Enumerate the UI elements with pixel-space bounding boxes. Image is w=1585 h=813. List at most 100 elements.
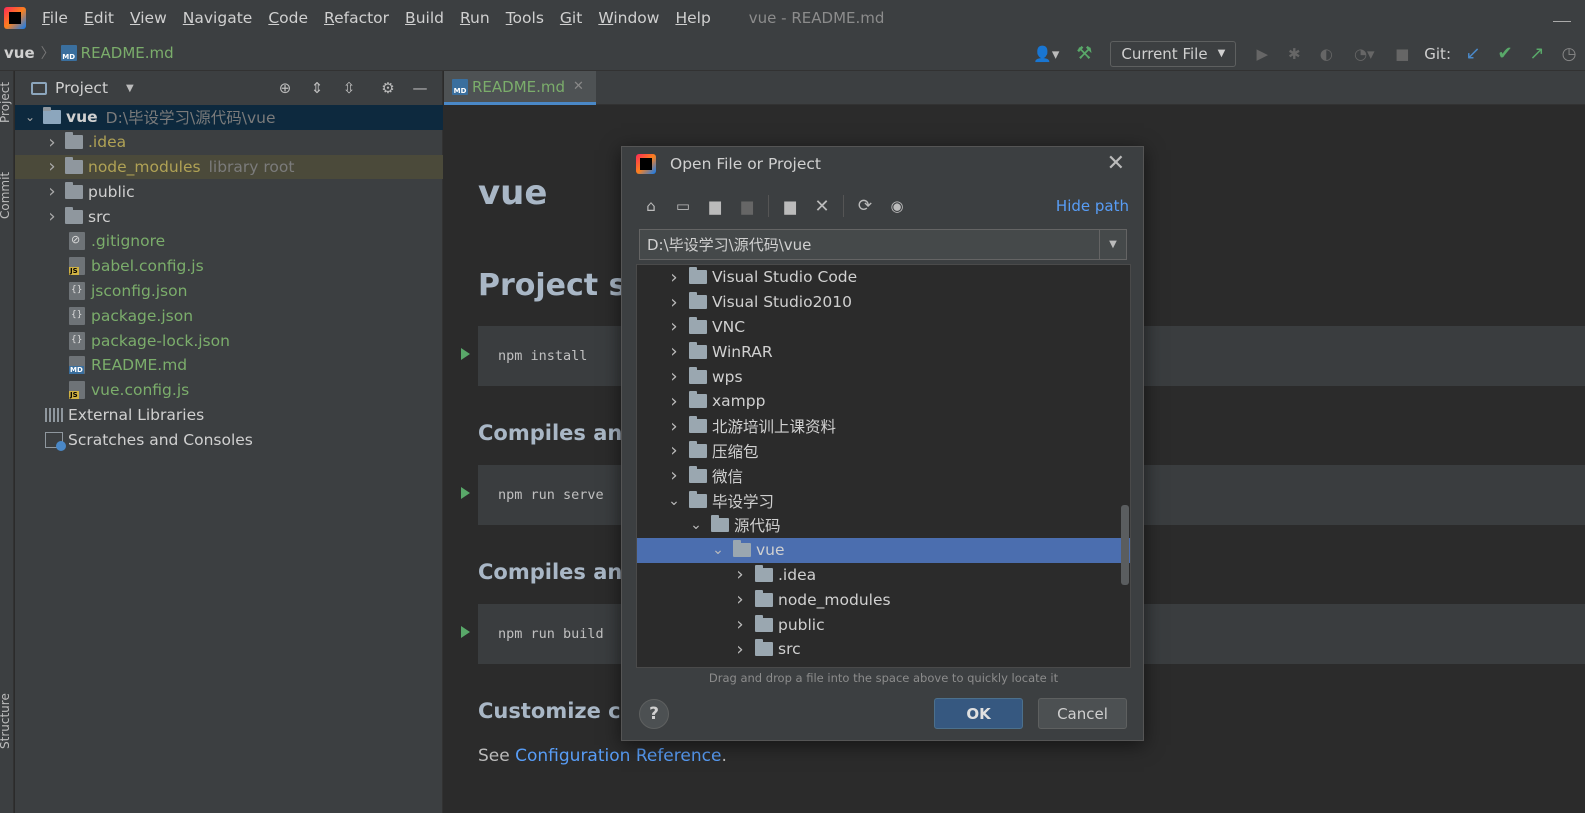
file-chooser-row[interactable]: › WinRAR	[637, 339, 1130, 364]
ok-button[interactable]: OK	[934, 698, 1023, 729]
chevron-right-icon[interactable]: ›	[667, 366, 681, 387]
profile-icon[interactable]: ◔▾	[1347, 43, 1381, 65]
chevron-right-icon[interactable]: ›	[667, 440, 681, 461]
tree-root-vue[interactable]: ⌄ vue D:\毕设学习\源代码\vue	[15, 105, 443, 130]
menu-item[interactable]: Refactor	[322, 9, 391, 27]
close-icon[interactable]: ✕	[1107, 151, 1125, 176]
menu-item[interactable]: Edit	[82, 9, 116, 27]
menu-item[interactable]: Code	[266, 9, 310, 27]
file-chooser-row[interactable]: › node_modules	[637, 587, 1130, 612]
file-chooser-row[interactable]: ⌄ 源代码	[637, 513, 1130, 538]
file-chooser-row[interactable]: › xampp	[637, 389, 1130, 414]
chevron-right-icon[interactable]: ›	[733, 564, 747, 585]
chevron-right-icon[interactable]: ›	[667, 292, 681, 313]
run-config-select[interactable]: Current File ▼	[1110, 40, 1237, 67]
run-icon[interactable]	[461, 348, 470, 360]
file-chooser-row[interactable]: › Visual Studio Code	[637, 265, 1130, 290]
file-chooser-row[interactable]: › 北游培训上课资料	[637, 414, 1130, 439]
tree-item[interactable]: › .idea	[15, 130, 443, 155]
file-chooser-row[interactable]: › 微信	[637, 463, 1130, 488]
tab-readme[interactable]: MD README.md ✕	[444, 71, 596, 105]
project-tool-tab[interactable]: Project	[0, 82, 12, 123]
breadcrumb-root[interactable]: vue	[4, 44, 35, 62]
menu-item[interactable]: Navigate	[181, 9, 255, 27]
tree-scrollbar[interactable]	[1121, 505, 1129, 585]
file-chooser-row[interactable]: › VNC	[637, 315, 1130, 340]
menu-item[interactable]: Tools	[504, 9, 546, 27]
chevron-right-icon[interactable]: ›	[45, 156, 59, 177]
chevron-right-icon[interactable]: ›	[667, 316, 681, 337]
locate-icon[interactable]: ⊕	[274, 77, 296, 99]
tree-item[interactable]: › node_modules library root	[15, 154, 443, 180]
file-chooser-row[interactable]: ⌄ 毕设学习	[637, 488, 1130, 513]
close-icon[interactable]: ✕	[573, 79, 584, 94]
chevron-right-icon[interactable]: ›	[667, 465, 681, 486]
refresh-icon[interactable]: ⟳	[854, 195, 876, 217]
gear-icon[interactable]: ⚙	[377, 77, 399, 99]
run-icon[interactable]	[461, 626, 470, 638]
hide-path-link[interactable]: Hide path	[1056, 197, 1129, 215]
delete-icon[interactable]: ✕	[811, 195, 833, 217]
help-button[interactable]: ?	[639, 699, 669, 729]
tree-item[interactable]: › src	[15, 204, 443, 229]
commit-tool-tab[interactable]: Commit	[0, 172, 12, 219]
chevron-right-icon[interactable]: ›	[45, 206, 59, 227]
chevron-right-icon[interactable]: ›	[45, 132, 59, 153]
configuration-reference-link[interactable]: Configuration Reference	[515, 746, 721, 766]
menu-item[interactable]: Build	[403, 9, 446, 27]
tree-item[interactable]: .gitignore	[15, 229, 443, 254]
project-folder-icon[interactable]: ▆	[704, 195, 726, 217]
run-icon[interactable]: ▶	[1251, 43, 1273, 65]
file-chooser-row[interactable]: › src	[637, 637, 1130, 662]
file-chooser-row[interactable]: ⌄ vue	[637, 537, 1130, 563]
chevron-right-icon[interactable]: ›	[733, 614, 747, 635]
chevron-down-icon[interactable]: ⌄	[23, 110, 37, 124]
run-icon[interactable]	[461, 487, 470, 499]
chevron-down-icon[interactable]: ⌄	[711, 542, 725, 558]
structure-tool-tab[interactable]: Structure	[0, 693, 12, 749]
chevron-right-icon[interactable]: ›	[45, 181, 59, 202]
tree-item[interactable]: babel.config.js	[15, 254, 443, 279]
file-chooser-row[interactable]: › 压缩包	[637, 439, 1130, 464]
project-panel-title[interactable]: Project	[55, 79, 108, 97]
collapse-all-icon[interactable]: ⇳	[338, 77, 360, 99]
chevron-right-icon[interactable]: ›	[733, 589, 747, 610]
file-chooser-tree[interactable]: › Visual Studio Code › Visual Studio2010 › VN…	[636, 264, 1131, 668]
git-commit-icon[interactable]: ✔	[1494, 43, 1516, 65]
expand-all-icon[interactable]: ⇕	[306, 77, 328, 99]
file-chooser-row[interactable]: › Visual Studio2010	[637, 290, 1130, 315]
desktop-icon[interactable]: ▭	[672, 195, 694, 217]
cancel-button[interactable]: Cancel	[1038, 698, 1127, 729]
breadcrumb-file[interactable]: README.md	[81, 44, 174, 62]
file-chooser-row[interactable]: › wps	[637, 364, 1130, 389]
chevron-right-icon[interactable]: ›	[733, 639, 747, 660]
debug-icon[interactable]: ✱	[1283, 43, 1305, 65]
history-icon[interactable]: ◷	[1558, 43, 1580, 65]
file-chooser-row[interactable]: › .idea	[637, 563, 1130, 588]
tree-scratches[interactable]: Scratches and Consoles	[15, 427, 443, 452]
tree-item[interactable]: package.json	[15, 303, 443, 328]
menu-item[interactable]: File	[40, 9, 70, 27]
hide-icon[interactable]: —	[409, 77, 431, 99]
stop-icon[interactable]: ■	[1391, 43, 1413, 65]
chevron-right-icon[interactable]: ›	[667, 267, 681, 288]
minimize-icon[interactable]	[1553, 8, 1571, 22]
menu-item[interactable]: Help	[673, 9, 712, 27]
tree-external-libraries[interactable]: External Libraries	[15, 403, 443, 428]
chevron-right-icon[interactable]: ›	[667, 341, 681, 362]
menu-item[interactable]: Window	[596, 9, 661, 27]
coverage-icon[interactable]: ◐	[1315, 43, 1337, 65]
chevron-right-icon[interactable]: ›	[667, 391, 681, 412]
tree-item[interactable]: jsconfig.json	[15, 279, 443, 304]
chevron-down-icon[interactable]: ▼	[1099, 230, 1126, 259]
chevron-down-icon[interactable]: ▼	[126, 83, 134, 94]
git-update-icon[interactable]: ↙	[1462, 43, 1484, 65]
path-input[interactable]	[640, 230, 1099, 259]
chevron-down-icon[interactable]: ⌄	[667, 493, 681, 509]
tree-item[interactable]: › public	[15, 179, 443, 204]
chevron-right-icon[interactable]: ›	[667, 416, 681, 437]
git-push-icon[interactable]: ↗	[1526, 43, 1548, 65]
home-icon[interactable]: ⌂	[640, 195, 662, 217]
path-combobox[interactable]: ▼	[639, 229, 1127, 260]
new-folder-icon[interactable]: ▆	[779, 195, 801, 217]
